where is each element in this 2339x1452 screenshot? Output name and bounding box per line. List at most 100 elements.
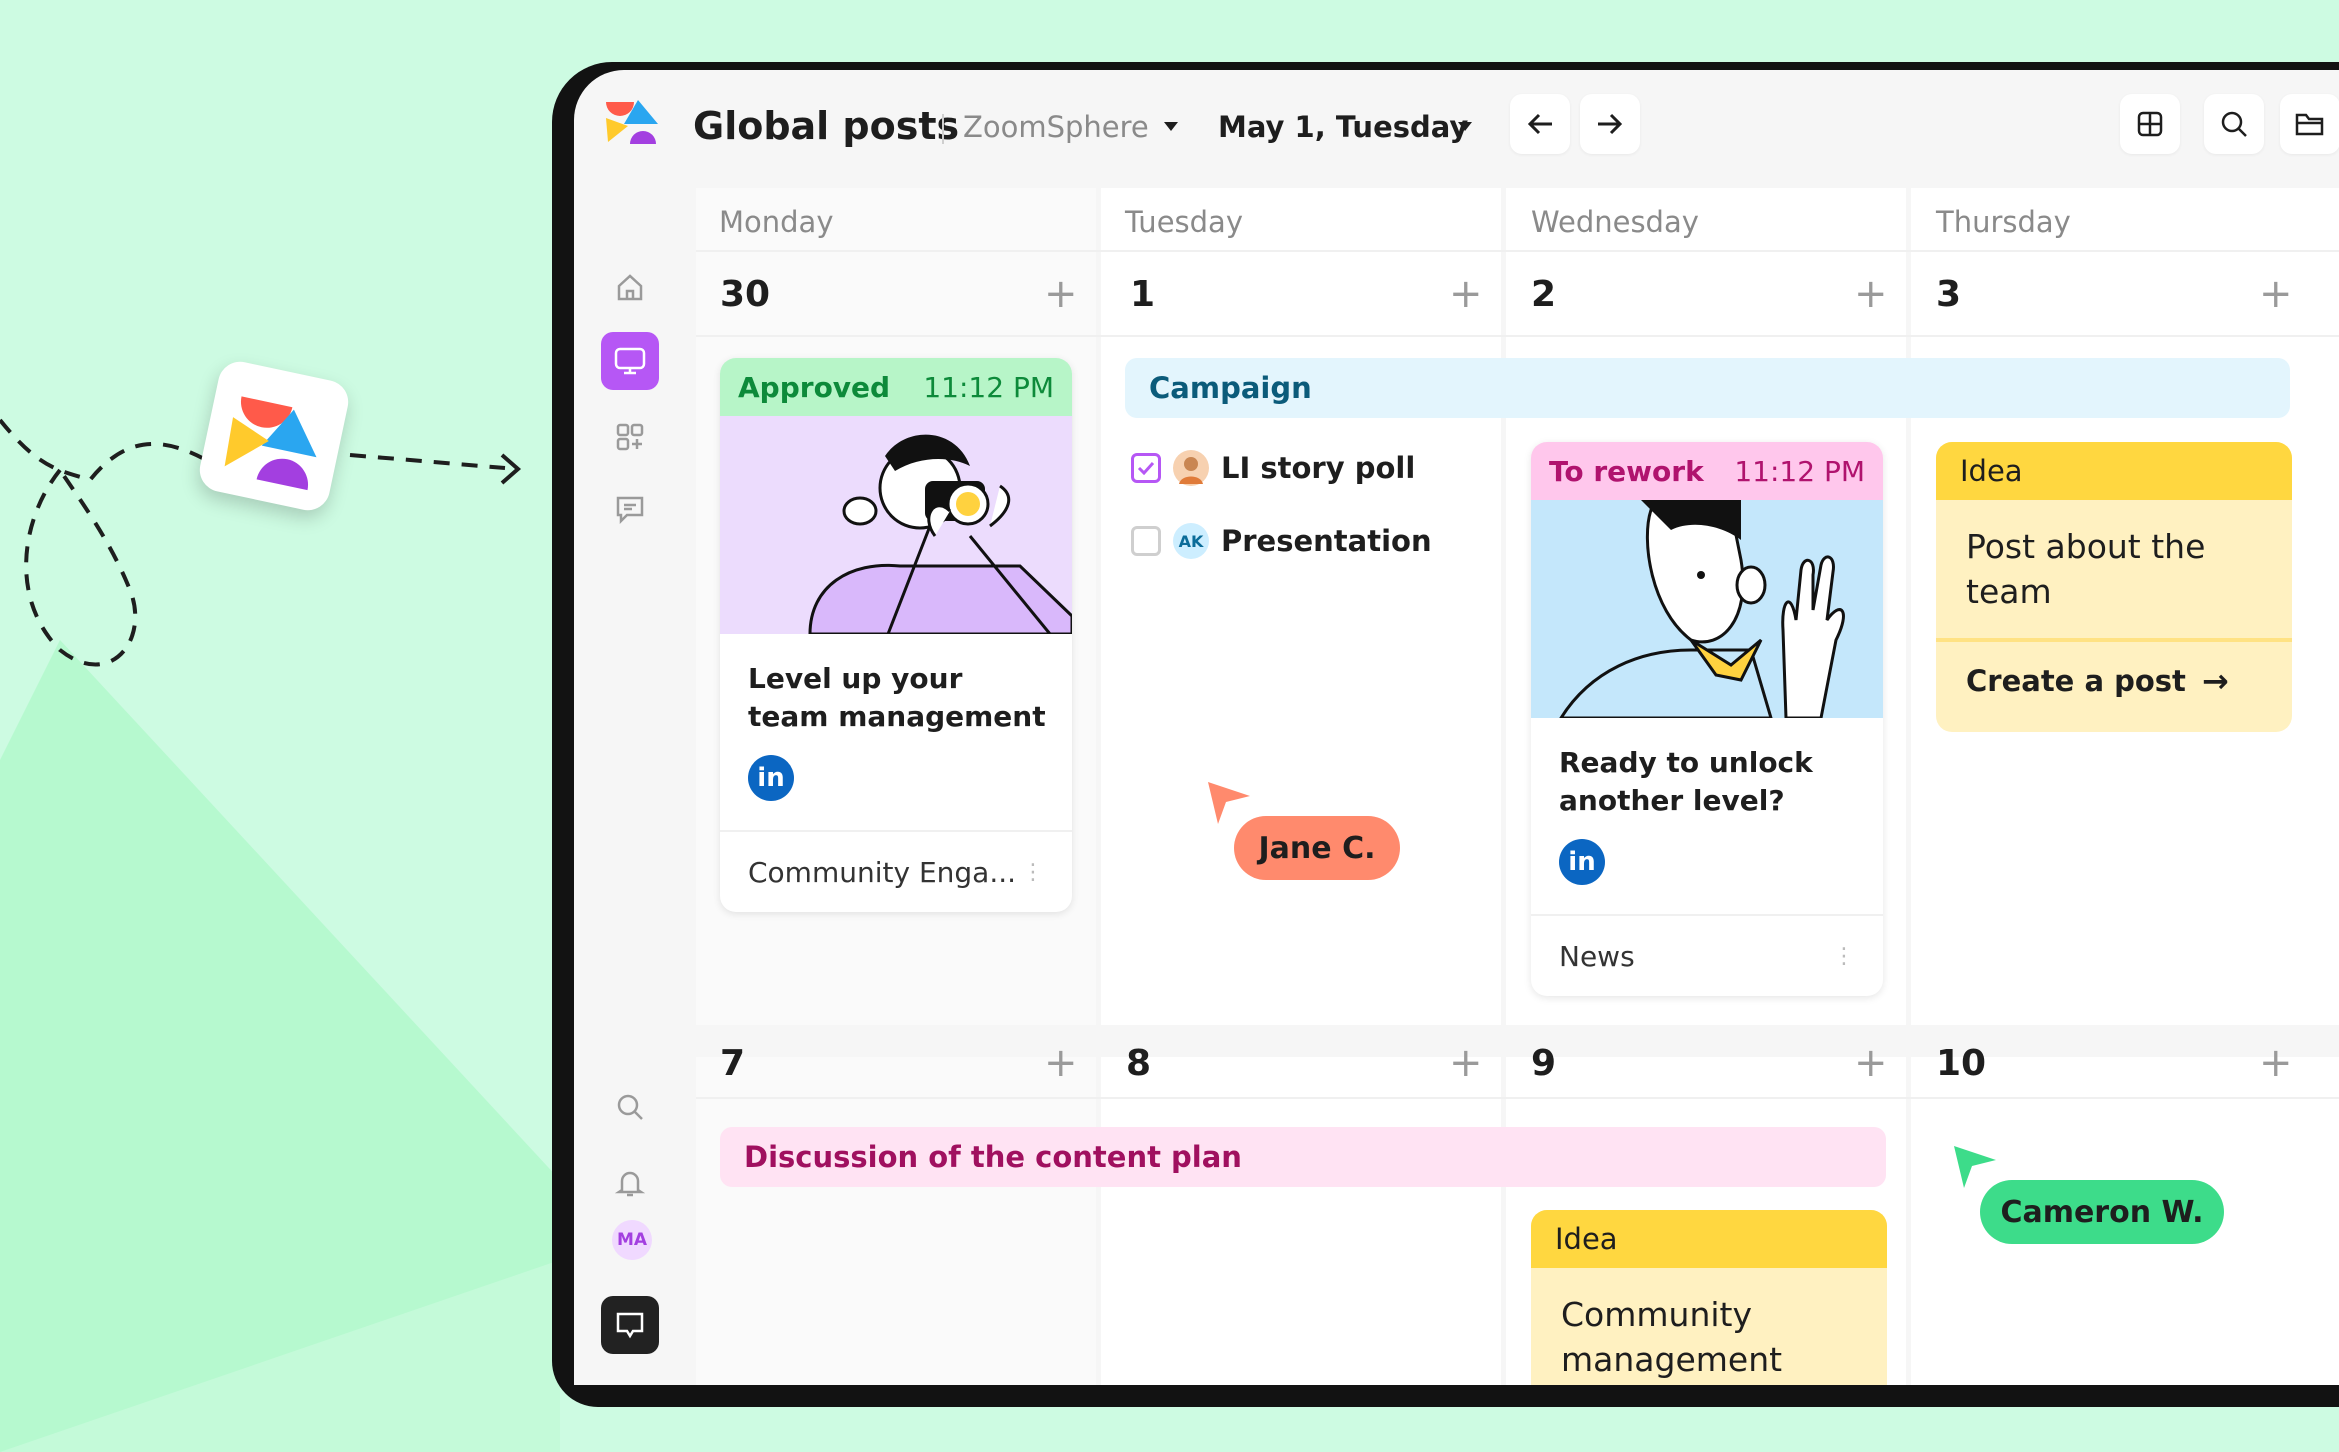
task-label: Presentation <box>1221 524 1432 558</box>
linkedin-icon: in <box>1559 839 1605 885</box>
card-footer: News ⋮ <box>1531 914 1883 996</box>
week-separator <box>696 1025 2339 1057</box>
folder-icon <box>2295 113 2324 136</box>
workspace-selector[interactable]: ZoomSphere <box>963 110 1149 144</box>
checkbox-unchecked[interactable] <box>1131 526 1161 556</box>
checkbox-checked[interactable] <box>1131 453 1161 483</box>
date-number: 10 <box>1936 1043 1987 1084</box>
date-number: 9 <box>1531 1043 1557 1084</box>
day-header-thursday: Thursday <box>1936 205 2071 239</box>
date-number: 3 <box>1936 274 1962 315</box>
post-card[interactable]: Approved 11:12 PM Level up your team man… <box>720 358 1072 912</box>
collaborator-cursor-label: Jane C. <box>1234 816 1400 880</box>
apps-grid-icon <box>616 423 644 451</box>
message-icon <box>616 496 644 524</box>
date-selector[interactable]: May 1, Tuesday <box>1218 110 1468 144</box>
search-icon <box>617 1094 643 1120</box>
sidebar-home[interactable] <box>601 258 659 316</box>
sidebar-chat[interactable] <box>601 1296 659 1354</box>
workspace-chevron-down-icon[interactable] <box>1164 122 1178 131</box>
add-post-button[interactable]: + <box>1449 274 1483 314</box>
app-logo-icon <box>606 100 658 144</box>
chat-icon <box>616 1312 644 1339</box>
app-screen: Global posts ZoomSphere May 1, Tuesday M… <box>574 70 2339 1385</box>
add-post-button[interactable]: + <box>1854 274 1888 314</box>
arrow-right-icon <box>1598 113 1623 135</box>
post-illustration-waving-man <box>1531 500 1883 720</box>
add-post-button[interactable]: + <box>2259 274 2293 314</box>
add-post-button[interactable]: + <box>1854 1043 1888 1083</box>
add-post-button[interactable]: + <box>1044 274 1078 314</box>
divider <box>696 1097 2339 1099</box>
post-text: Level up your team management <box>748 662 1046 733</box>
sidebar-notifications[interactable] <box>601 1154 659 1212</box>
create-post-label: Create a post <box>1966 664 2186 698</box>
idea-text: Post about the team <box>1966 527 2206 611</box>
status-label: Approved <box>738 370 891 404</box>
card-status-bar: To rework 11:12 PM <box>1531 442 1883 500</box>
date-number: 2 <box>1531 274 1557 315</box>
checkmark-icon <box>1137 461 1155 475</box>
home-icon <box>617 274 643 301</box>
linkedin-icon: in <box>748 755 794 801</box>
post-illustration-photographer <box>720 416 1072 636</box>
idea-label: Idea <box>1936 442 2292 500</box>
task-label: LI story poll <box>1221 451 1416 485</box>
day-header-tuesday: Tuesday <box>1125 205 1243 239</box>
cursor-pointer-icon <box>1954 1146 1996 1188</box>
idea-card[interactable]: Idea Post about the team Create a post → <box>1936 442 2292 732</box>
cursor-pointer-icon <box>1208 782 1250 824</box>
page-title: Global posts <box>693 104 960 148</box>
add-post-button[interactable]: + <box>1044 1043 1078 1083</box>
add-post-button[interactable]: + <box>2259 1043 2293 1083</box>
collaborator-cursor-label: Cameron W. <box>1980 1180 2224 1244</box>
discussion-band[interactable]: Discussion of the content plan <box>720 1127 1886 1187</box>
date-chevron-down-icon[interactable] <box>1458 122 1472 131</box>
avatar-photo <box>1173 450 1209 486</box>
more-options-icon[interactable]: ⋮ <box>1833 944 1855 969</box>
arrow-left-icon <box>1527 113 1552 135</box>
sidebar-messages[interactable] <box>601 480 659 538</box>
title-separator <box>942 114 944 144</box>
person-icon <box>1179 457 1203 484</box>
campaign-band[interactable]: Campaign <box>1125 358 2290 418</box>
create-post-button[interactable]: Create a post → <box>1966 662 2229 700</box>
post-text: Ready to unlock another level? <box>1559 746 1813 817</box>
card-status-bar: Approved 11:12 PM <box>720 358 1072 416</box>
day-header-wednesday: Wednesday <box>1531 205 1699 239</box>
task-item[interactable]: AK Presentation <box>1131 523 1432 559</box>
card-footer: Community Enga... ⋮ <box>720 830 1072 912</box>
user-avatar[interactable]: MA <box>612 1220 652 1260</box>
day-header-monday: Monday <box>719 205 834 239</box>
search-button[interactable] <box>2204 94 2264 154</box>
bell-icon <box>615 1171 645 1197</box>
date-number: 1 <box>1130 274 1156 315</box>
date-number: 7 <box>720 1043 746 1084</box>
idea-text: Community management <box>1561 1295 1783 1379</box>
arrow-right-icon: → <box>2201 662 2229 700</box>
task-item[interactable]: LI story poll <box>1131 450 1415 486</box>
sidebar-apps[interactable] <box>601 408 659 466</box>
idea-label: Idea <box>1531 1210 1887 1268</box>
sidebar-posts[interactable] <box>601 332 659 390</box>
search-icon <box>2221 111 2247 137</box>
sidebar-search[interactable] <box>601 1078 659 1136</box>
post-time: 11:12 PM <box>1734 454 1865 488</box>
previous-button[interactable] <box>1510 94 1570 154</box>
floating-app-logo <box>195 357 353 515</box>
add-post-button[interactable]: + <box>1449 1043 1483 1083</box>
post-card[interactable]: To rework 11:12 PM Ready to unlock anoth… <box>1531 442 1883 996</box>
divider <box>696 250 2339 252</box>
monitor-icon <box>614 347 646 375</box>
post-category: Community Enga... <box>748 855 1017 889</box>
post-time: 11:12 PM <box>923 370 1054 404</box>
post-category: News <box>1559 939 1635 973</box>
avatar-initials: AK <box>1173 523 1209 559</box>
more-options-icon[interactable]: ⋮ <box>1022 860 1044 885</box>
next-button[interactable] <box>1580 94 1640 154</box>
idea-card[interactable]: Idea Community management <box>1531 1210 1887 1385</box>
folder-button[interactable] <box>2280 94 2339 154</box>
status-label: To rework <box>1549 454 1704 488</box>
grid-view-button[interactable] <box>2120 94 2180 154</box>
date-number: 30 <box>720 274 771 315</box>
